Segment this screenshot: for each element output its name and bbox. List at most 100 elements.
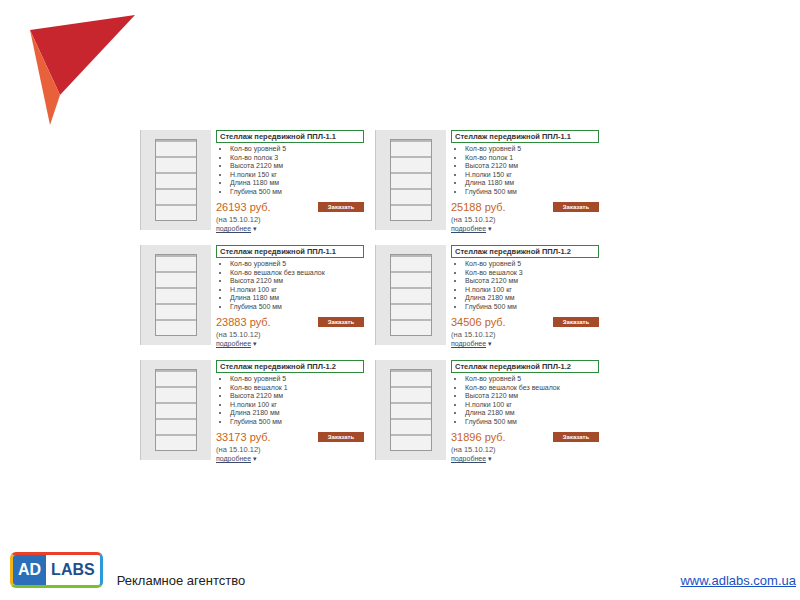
product-info: Стеллаж передвижной ППЛ-1.2 Кол-во уровне… [216,360,375,470]
spec-list: Кол-во уровней 5Кол-во вешалок 3Высота 2… [451,260,523,311]
price-date: (на 15.10.12) [451,215,496,224]
price-row: 26193 руб. Заказать [216,201,364,213]
order-button[interactable]: Заказать [318,202,364,212]
price: 23883 руб. [216,316,271,328]
spec-item: Глубина 500 мм [230,303,325,312]
spec-list: Кол-во уровней 5Кол-во вешалок без вешал… [451,375,560,426]
price-date: (на 15.10.12) [216,445,261,454]
product-photo [375,245,446,345]
spec-item: Высота 2120 мм [465,162,521,171]
price-row: 31896 руб. Заказать [451,431,599,443]
order-button[interactable]: Заказать [318,432,364,442]
spec-list: Кол-во уровней 5Кол-во полок 3Высота 212… [216,145,286,196]
spec-item: Кол-во уровней 5 [465,145,521,154]
more-link[interactable]: подробнее▾ [216,225,257,233]
product-card: Стеллаж передвижной ППЛ-1.2 Кол-во уровне… [375,240,610,355]
price: 34506 руб. [451,316,506,328]
spec-item: Н.полки 150 кг [465,171,521,180]
spec-item: Высота 2120 мм [465,392,560,401]
spec-item: Длина 1180 мм [465,179,521,188]
order-button[interactable]: Заказать [553,202,599,212]
product-photo [375,360,446,460]
price-row: 23883 руб. Заказать [216,316,364,328]
triangle-logo-icon [30,15,135,125]
spec-list: Кол-во уровней 5Кол-во полок 1Высота 212… [451,145,521,196]
product-photo [140,245,211,345]
spec-item: Кол-во уровней 5 [465,260,523,269]
more-link[interactable]: подробнее▾ [451,455,492,463]
spec-item: Н.полки 100 кг [230,401,288,410]
spec-item: Длина 1180 мм [230,294,325,303]
product-grid: Стеллаж передвижной ППЛ-1.1 Кол-во уровне… [140,125,610,470]
brand: ADLABS Рекламное агентство [10,552,245,588]
more-link[interactable]: подробнее▾ [216,455,257,463]
spec-item: Высота 2120 мм [230,277,325,286]
slide: Стеллаж передвижной ППЛ-1.1 Кол-во уровне… [0,0,800,600]
product-info: Стеллаж передвижной ППЛ-1.1 Кол-во уровне… [216,130,375,240]
product-card: Стеллаж передвижной ППЛ-1.1 Кол-во уровне… [140,125,375,240]
more-link[interactable]: подробнее▾ [451,340,492,348]
adlabs-logo: ADLABS [10,552,103,588]
spec-item: Кол-во уровней 5 [465,375,560,384]
product-photo [375,130,446,230]
spec-item: Длина 1180 мм [230,179,286,188]
spec-item: Н.полки 100 кг [465,401,560,410]
price: 33173 руб. [216,431,271,443]
price-date: (на 15.10.12) [216,215,261,224]
spec-item: Кол-во вешалок 1 [230,384,288,393]
spec-item: Длина 2180 мм [465,294,523,303]
spec-list: Кол-во уровней 5Кол-во вешалок без вешал… [216,260,325,311]
price-row: 25188 руб. Заказать [451,201,599,213]
spec-item: Глубина 500 мм [465,188,521,197]
spec-item: Кол-во уровней 5 [230,145,286,154]
agency-caption: Рекламное агентство [117,573,246,588]
spec-item: Глубина 500 мм [230,188,286,197]
dropdown-arrow-icon: ▾ [488,340,492,348]
order-button[interactable]: Заказать [318,317,364,327]
spec-item: Кол-во полок 3 [230,154,286,163]
product-photo [140,360,211,460]
product-title[interactable]: Стеллаж передвижной ППЛ-1.2 [216,360,364,373]
product-info: Стеллаж передвижной ППЛ-1.1 Кол-во уровне… [216,245,375,355]
product-title[interactable]: Стеллаж передвижной ППЛ-1.2 [451,245,599,258]
spec-item: Кол-во вешалок 3 [465,269,523,278]
spec-item: Н.полки 150 кг [230,171,286,180]
product-photo [140,130,211,230]
more-link[interactable]: подробнее▾ [216,340,257,348]
spec-item: Высота 2120 мм [465,277,523,286]
spec-item: Длина 2180 мм [465,409,560,418]
product-title[interactable]: Стеллаж передвижной ППЛ-1.1 [216,130,364,143]
order-button[interactable]: Заказать [553,317,599,327]
spec-list: Кол-во уровней 5Кол-во вешалок 1Высота 2… [216,375,288,426]
spec-item: Кол-во полок 1 [465,154,521,163]
header [0,0,800,125]
product-title[interactable]: Стеллаж передвижной ППЛ-1.1 [451,130,599,143]
price: 25188 руб. [451,201,506,213]
price: 31896 руб. [451,431,506,443]
spec-item: Длина 2180 мм [230,409,288,418]
price-date: (на 15.10.12) [451,445,496,454]
product-info: Стеллаж передвижной ППЛ-1.1 Кол-во уровне… [451,130,610,240]
order-button[interactable]: Заказать [553,432,599,442]
product-card: Стеллаж передвижной ППЛ-1.1 Кол-во уровне… [375,125,610,240]
product-card: Стеллаж передвижной ППЛ-1.2 Кол-во уровне… [375,355,610,470]
dropdown-arrow-icon: ▾ [253,340,257,348]
spec-item: Н.полки 100 кг [230,286,325,295]
price-row: 34506 руб. Заказать [451,316,599,328]
dropdown-arrow-icon: ▾ [488,225,492,233]
dropdown-arrow-icon: ▾ [488,455,492,463]
footer: ADLABS Рекламное агентство www.adlabs.com.… [0,536,800,600]
spec-item: Кол-во вешалок без вешалок [230,269,325,278]
website-link[interactable]: www.adlabs.com.ua [680,573,796,588]
price-row: 33173 руб. Заказать [216,431,364,443]
product-card: Стеллаж передвижной ППЛ-1.2 Кол-во уровне… [140,355,375,470]
product-info: Стеллаж передвижной ППЛ-1.2 Кол-во уровне… [451,360,610,470]
price: 26193 руб. [216,201,271,213]
spec-item: Глубина 500 мм [465,303,523,312]
spec-item: Кол-во уровней 5 [230,260,325,269]
product-title[interactable]: Стеллаж передвижной ППЛ-1.1 [216,245,364,258]
product-card: Стеллаж передвижной ППЛ-1.1 Кол-во уровне… [140,240,375,355]
product-title[interactable]: Стеллаж передвижной ППЛ-1.2 [451,360,599,373]
spec-item: Н.полки 100 кг [465,286,523,295]
more-link[interactable]: подробнее▾ [451,225,492,233]
